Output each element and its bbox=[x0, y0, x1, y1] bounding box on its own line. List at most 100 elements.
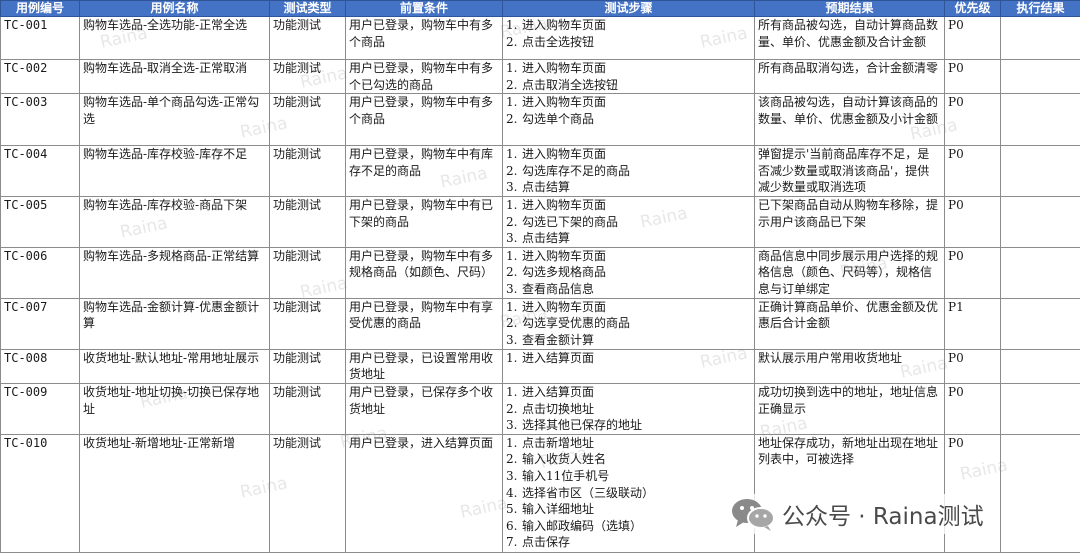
cell-precondition[interactable]: 用户已登录，进入结算页面 bbox=[345, 433, 503, 553]
cell-type[interactable]: 功能测试 bbox=[269, 433, 346, 553]
header-steps[interactable]: 测试步骤 bbox=[502, 0, 755, 17]
cell-expected[interactable]: 弹窗提示'当前商品库存不足，是否减少数量或取消该商品'，提供减少数量或取消选项 bbox=[754, 145, 945, 197]
step-item: 1. 进入购物车页面 bbox=[506, 61, 751, 77]
cell-steps[interactable]: 1. 进入购物车页面 2. 勾选已下架的商品 3. 点击结算 bbox=[502, 195, 755, 248]
cell-result[interactable] bbox=[1000, 246, 1080, 299]
cell-type[interactable]: 功能测试 bbox=[269, 145, 346, 197]
cell-id[interactable]: TC-008 bbox=[0, 348, 80, 384]
cell-priority[interactable]: P0 bbox=[944, 246, 1001, 299]
cell-name[interactable]: 购物车选品-库存校验-库存不足 bbox=[79, 145, 270, 197]
step-text: 点击结算 bbox=[522, 180, 571, 195]
cell-name[interactable]: 购物车选品-多规格商品-正常结算 bbox=[79, 246, 270, 299]
cell-result[interactable] bbox=[1000, 145, 1080, 197]
cell-steps[interactable]: 1. 进入结算页面 2. 点击切换地址 3. 选择其他已保存的地址 bbox=[502, 382, 755, 435]
cell-id[interactable]: TC-010 bbox=[0, 433, 80, 553]
step-number: 7. bbox=[506, 535, 518, 550]
step-number: 1. bbox=[506, 61, 518, 75]
cell-id[interactable]: TC-002 bbox=[0, 58, 80, 95]
cell-name[interactable]: 购物车选品-全选功能-正常全选 bbox=[79, 16, 270, 60]
cell-type[interactable]: 功能测试 bbox=[269, 195, 346, 248]
table-row: TC-009 收货地址-地址切换-切换已保存地址 功能测试 用户已登录，已保存多个收货… bbox=[0, 382, 1080, 435]
cell-name[interactable]: 收货地址-地址切换-切换已保存地址 bbox=[79, 382, 270, 435]
cell-expected[interactable]: 所有商品取消勾选，合计金额清零 bbox=[754, 58, 945, 95]
cell-priority[interactable]: P0 bbox=[944, 348, 1001, 384]
cell-precondition[interactable]: 用户已登录，购物车中有多个商品 bbox=[345, 16, 503, 60]
cell-name[interactable]: 购物车选品-金额计算-优惠金额计算 bbox=[79, 297, 270, 350]
cell-type[interactable]: 功能测试 bbox=[269, 16, 346, 60]
cell-id[interactable]: TC-007 bbox=[0, 297, 80, 350]
step-text: 进入结算页面 bbox=[522, 384, 595, 399]
cell-precondition[interactable]: 用户已登录，购物车中有享受优惠的商品 bbox=[345, 297, 503, 350]
cell-precondition[interactable]: 用户已登录，购物车中有多个已勾选的商品 bbox=[345, 58, 503, 95]
cell-type[interactable]: 功能测试 bbox=[269, 382, 346, 435]
cell-steps[interactable]: 1. 进入结算页面 bbox=[502, 348, 755, 384]
steps-list: 1. 进入购物车页面 2. 勾选单个商品 bbox=[506, 95, 751, 128]
cell-priority[interactable]: P0 bbox=[944, 16, 1001, 60]
cell-expected[interactable]: 商品信息中同步展示用户选择的规格信息（颜色、尺码等），规格信息与订单绑定 bbox=[754, 246, 945, 299]
header-result[interactable]: 执行结果 bbox=[1000, 0, 1080, 17]
cell-priority[interactable]: P0 bbox=[944, 58, 1001, 95]
step-number: 1. bbox=[506, 197, 518, 212]
cell-result[interactable] bbox=[1000, 382, 1080, 435]
cell-expected[interactable]: 已下架商品自动从购物车移除，提示用户该商品已下架 bbox=[754, 195, 945, 248]
cell-expected[interactable]: 成功切换到选中的地址，地址信息正确显示 bbox=[754, 382, 945, 435]
header-expected[interactable]: 预期结果 bbox=[754, 0, 945, 17]
step-text: 查看金额计算 bbox=[522, 332, 595, 347]
cell-priority[interactable]: P0 bbox=[944, 145, 1001, 197]
cell-type[interactable]: 功能测试 bbox=[269, 246, 346, 299]
cell-type[interactable]: 功能测试 bbox=[269, 297, 346, 350]
cell-steps[interactable]: 1. 点击新增地址 2. 输入收货人姓名 3. 输入11位手机号 4. 选择省市区（三级联动）… bbox=[502, 433, 755, 553]
cell-type[interactable]: 功能测试 bbox=[269, 93, 346, 147]
cell-expected[interactable]: 正确计算商品单价、优惠金额及优惠后合计金额 bbox=[754, 297, 945, 350]
step-item: 3. 查看商品信息 bbox=[506, 281, 751, 297]
cell-result[interactable] bbox=[1000, 433, 1080, 553]
cell-result[interactable] bbox=[1000, 58, 1080, 95]
cell-name[interactable]: 购物车选品-库存校验-商品下架 bbox=[79, 195, 270, 248]
cell-result[interactable] bbox=[1000, 195, 1080, 248]
cell-expected[interactable]: 该商品被勾选，自动计算该商品的数量、单价、优惠金额及小计金额 bbox=[754, 93, 945, 147]
cell-id[interactable]: TC-004 bbox=[0, 145, 80, 197]
cell-steps[interactable]: 1. 进入购物车页面 2. 勾选单个商品 bbox=[502, 93, 755, 147]
cell-type[interactable]: 功能测试 bbox=[269, 58, 346, 95]
cell-steps[interactable]: 1. 进入购物车页面 2. 勾选库存不足的商品 3. 点击结算 bbox=[502, 145, 755, 197]
cell-id[interactable]: TC-005 bbox=[0, 195, 80, 248]
header-priority[interactable]: 优先级 bbox=[944, 0, 1001, 17]
cell-precondition[interactable]: 用户已登录，购物车中有多个商品 bbox=[345, 93, 503, 147]
step-number: 2. bbox=[506, 111, 518, 126]
cell-precondition[interactable]: 用户已登录，购物车中有多规格商品（如颜色、尺码） bbox=[345, 246, 503, 299]
cell-name[interactable]: 收货地址-默认地址-常用地址展示 bbox=[79, 348, 270, 384]
cell-precondition[interactable]: 用户已登录，购物车中有已下架的商品 bbox=[345, 195, 503, 248]
cell-id[interactable]: TC-001 bbox=[0, 16, 80, 60]
cell-name[interactable]: 购物车选品-单个商品勾选-正常勾选 bbox=[79, 93, 270, 147]
cell-precondition[interactable]: 用户已登录，已保存多个收货地址 bbox=[345, 382, 503, 435]
cell-result[interactable] bbox=[1000, 297, 1080, 350]
cell-type[interactable]: 功能测试 bbox=[269, 348, 346, 384]
cell-id[interactable]: TC-006 bbox=[0, 246, 80, 299]
header-id[interactable]: 用例编号 bbox=[0, 0, 80, 17]
cell-expected[interactable]: 默认展示用户常用收货地址 bbox=[754, 348, 945, 384]
cell-result[interactable] bbox=[1000, 93, 1080, 147]
step-text: 进入购物车页面 bbox=[522, 18, 607, 32]
cell-result[interactable] bbox=[1000, 16, 1080, 60]
header-precondition[interactable]: 前置条件 bbox=[345, 0, 503, 17]
cell-steps[interactable]: 1. 进入购物车页面 2. 勾选享受优惠的商品 3. 查看金额计算 bbox=[502, 297, 755, 350]
cell-priority[interactable]: P0 bbox=[944, 93, 1001, 147]
header-name[interactable]: 用例名称 bbox=[79, 0, 270, 17]
cell-id[interactable]: TC-009 bbox=[0, 382, 80, 435]
cell-precondition[interactable]: 用户已登录，购物车中有库存不足的商品 bbox=[345, 145, 503, 197]
cell-priority[interactable]: P0 bbox=[944, 382, 1001, 435]
cell-steps[interactable]: 1. 进入购物车页面 2. 勾选多规格商品 3. 查看商品信息 bbox=[502, 246, 755, 299]
cell-name[interactable]: 购物车选品-取消全选-正常取消 bbox=[79, 58, 270, 95]
cell-priority[interactable]: P1 bbox=[944, 297, 1001, 350]
cell-result[interactable] bbox=[1000, 348, 1080, 384]
cell-steps[interactable]: 1. 进入购物车页面 2. 点击取消全选按钮 bbox=[502, 58, 755, 95]
cell-precondition[interactable]: 用户已登录，已设置常用收货地址 bbox=[345, 348, 503, 384]
header-type[interactable]: 测试类型 bbox=[269, 0, 346, 17]
cell-id[interactable]: TC-003 bbox=[0, 93, 80, 147]
cell-expected[interactable]: 所有商品被勾选，自动计算商品数量、单价、优惠金额及合计金额 bbox=[754, 16, 945, 60]
cell-steps[interactable]: 1. 进入购物车页面 2. 点击全选按钮 bbox=[502, 16, 755, 60]
cell-name[interactable]: 收货地址-新增地址-正常新增 bbox=[79, 433, 270, 553]
test-case-table: 用例编号 用例名称 测试类型 前置条件 测试步骤 预期结果 优先级 执行结果 T… bbox=[0, 0, 1080, 553]
step-number: 2. bbox=[506, 452, 518, 467]
cell-priority[interactable]: P0 bbox=[944, 195, 1001, 248]
